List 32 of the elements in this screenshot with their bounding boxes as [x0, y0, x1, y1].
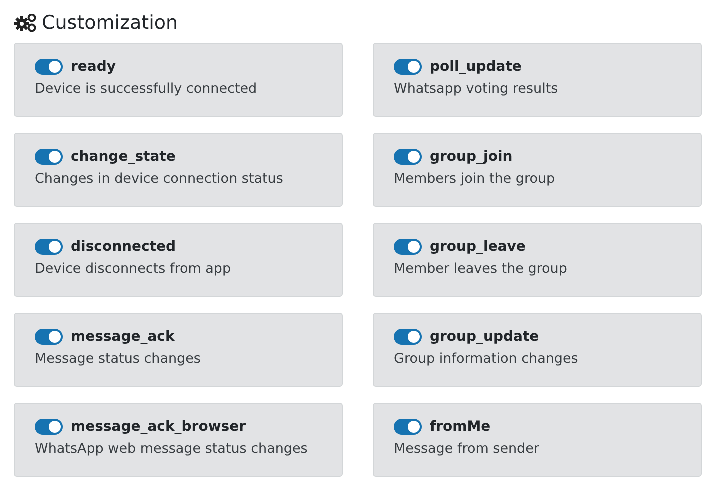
- toggle-switch[interactable]: [35, 59, 63, 75]
- event-description: Member leaves the group: [394, 261, 568, 277]
- event-description: Message status changes: [35, 351, 202, 367]
- event-name: group_update: [430, 329, 540, 345]
- event-description: Device disconnects from app: [35, 261, 232, 277]
- toggle-switch[interactable]: [35, 239, 63, 255]
- toggle-switch[interactable]: [394, 419, 422, 435]
- event-name: group_join: [430, 149, 513, 165]
- event-name: disconnected: [71, 239, 176, 255]
- event-name: poll_update: [430, 59, 522, 75]
- event-description: Changes in device connection status: [35, 171, 284, 187]
- event-name: message_ack_browser: [71, 419, 246, 435]
- event-name: message_ack: [71, 329, 175, 345]
- toggle-switch[interactable]: [394, 329, 422, 345]
- section-title: Customization: [42, 12, 178, 34]
- event-description: Message from sender: [394, 441, 540, 457]
- event-description: Members join the group: [394, 171, 556, 187]
- toggle-switch[interactable]: [35, 419, 63, 435]
- event-description: WhatsApp web message status changes: [35, 441, 309, 457]
- event-description: Group information changes: [394, 351, 580, 367]
- toggle-switch[interactable]: [394, 149, 422, 165]
- event-name: group_leave: [430, 239, 526, 255]
- event-name: ready: [71, 59, 116, 75]
- toggle-switch[interactable]: [35, 329, 63, 345]
- toggle-switch[interactable]: [394, 239, 422, 255]
- event-name: change_state: [71, 149, 176, 165]
- toggle-switch[interactable]: [35, 149, 63, 165]
- gears-icon: [14, 14, 36, 32]
- toggle-switch[interactable]: [394, 59, 422, 75]
- event-description: Device is successfully connected: [35, 81, 258, 97]
- event-description: Whatsapp voting results: [394, 81, 560, 97]
- event-name: fromMe: [430, 419, 491, 435]
